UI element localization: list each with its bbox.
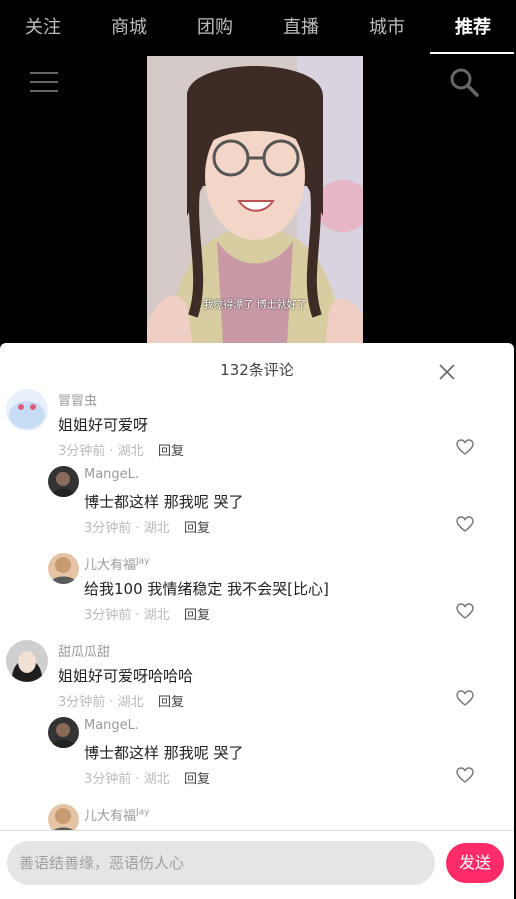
comment-meta: 3分钟前 · 湖北 <box>84 772 170 787</box>
comment-item: 冒冒虫 姐姐好可爱呀 3分钟前 · 湖北 回复 <box>0 387 514 467</box>
comment-author[interactable]: 冒冒虫 <box>58 390 97 409</box>
comments-sheet: 132条评论 冒冒虫 姐姐好可爱呀 3分钟前 · 湖北 回复 MangeL. 博… <box>0 343 514 898</box>
search-icon[interactable] <box>449 67 479 97</box>
video-caption: 我觉得漂了 博士就好了 <box>203 300 307 311</box>
avatar[interactable] <box>48 466 79 497</box>
video-player[interactable]: 我觉得漂了 博士就好了 <box>147 56 363 346</box>
reply-button[interactable]: 回复 <box>184 768 210 787</box>
author-name-sup: Jay <box>136 556 150 567</box>
comment-reply-item: MangeL. 博士都这样 那我呢 哭了 3分钟前 · 湖北 回复 <box>0 464 514 544</box>
tab-live[interactable]: 直播 <box>258 0 344 56</box>
send-button[interactable]: 发送 <box>446 843 504 883</box>
reply-button[interactable]: 回复 <box>158 440 184 459</box>
tab-follow[interactable]: 关注 <box>0 0 86 56</box>
comment-text: 博士都这样 那我呢 哭了 <box>84 493 244 511</box>
reply-button[interactable]: 回复 <box>158 691 184 710</box>
avatar[interactable] <box>48 717 79 748</box>
top-tab-bar: 关注 商城 团购 直播 城市 推荐 <box>0 0 516 56</box>
comment-author[interactable]: MangeL. <box>84 467 139 482</box>
comment-input-bar: 发送 <box>0 830 514 899</box>
heart-icon[interactable] <box>456 690 474 706</box>
comment-reply-item: 儿大有福Jay <box>0 802 514 835</box>
comment-text: 姐姐好可爱呀哈哈哈 <box>58 667 194 685</box>
menu-icon[interactable] <box>30 72 58 94</box>
avatar[interactable] <box>6 640 48 682</box>
tab-recommend[interactable]: 推荐 <box>430 0 516 56</box>
comment-text: 给我100 我情绪稳定 我不会哭[比心] <box>84 580 329 598</box>
close-icon[interactable] <box>436 361 458 383</box>
tab-group-buy[interactable]: 团购 <box>172 0 258 56</box>
comment-item: 甜瓜瓜甜 姐姐好可爱呀哈哈哈 3分钟前 · 湖北 回复 <box>0 638 514 718</box>
tab-mall[interactable]: 商城 <box>86 0 172 56</box>
comment-meta: 3分钟前 · 湖北 <box>84 608 170 623</box>
comment-text: 博士都这样 那我呢 哭了 <box>84 744 244 762</box>
comment-reply-item: 儿大有福Jay 给我100 我情绪稳定 我不会哭[比心] 3分钟前 · 湖北 回… <box>0 551 514 631</box>
author-name-text: 儿大有福 <box>84 809 137 824</box>
comment-author[interactable]: 儿大有福Jay <box>84 805 150 824</box>
heart-icon[interactable] <box>456 603 474 619</box>
comment-text: 姐姐好可爱呀 <box>58 416 149 434</box>
heart-icon[interactable] <box>456 516 474 532</box>
comment-author[interactable]: 甜瓜瓜甜 <box>58 641 110 660</box>
tab-city[interactable]: 城市 <box>344 0 430 56</box>
comment-meta: 3分钟前 · 湖北 <box>58 695 144 710</box>
comment-meta: 3分钟前 · 湖北 <box>84 521 170 536</box>
reply-button[interactable]: 回复 <box>184 604 210 623</box>
author-name-text: 儿大有福 <box>84 558 137 573</box>
heart-icon[interactable] <box>456 439 474 455</box>
avatar[interactable] <box>48 553 79 584</box>
comment-reply-item: MangeL. 博士都这样 那我呢 哭了 3分钟前 · 湖北 回复 <box>0 715 514 795</box>
heart-icon[interactable] <box>456 767 474 783</box>
comment-input[interactable] <box>7 841 435 885</box>
comment-author[interactable]: MangeL. <box>84 718 139 733</box>
avatar[interactable] <box>6 389 48 431</box>
author-name-sup: Jay <box>136 807 150 818</box>
reply-button[interactable]: 回复 <box>184 517 210 536</box>
comment-meta: 3分钟前 · 湖北 <box>58 444 144 459</box>
comment-author[interactable]: 儿大有福Jay <box>84 554 150 573</box>
